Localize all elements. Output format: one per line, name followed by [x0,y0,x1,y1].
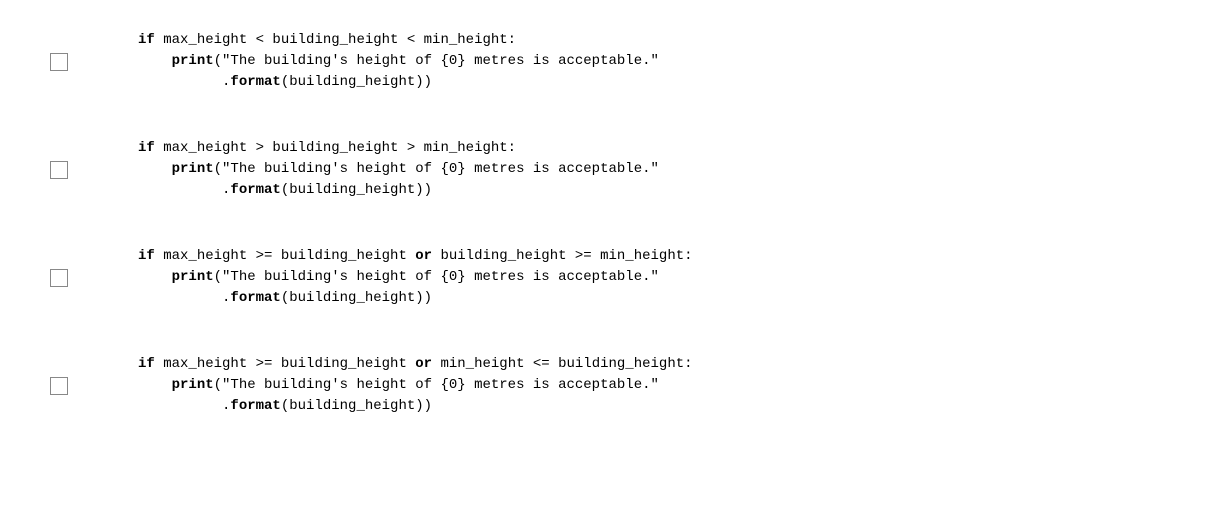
checkbox-option-1[interactable] [50,53,68,71]
code-text: (building_height)) [281,74,432,90]
keyword-if: if [138,248,155,264]
code-text [138,377,172,393]
code-text: (building_height)) [281,290,432,306]
keyword-print: print [172,269,214,285]
keyword-print: print [172,53,214,69]
keyword-format: format [230,182,280,198]
code-block: if max_height >= building_height or min_… [138,354,693,417]
option-row: if max_height >= building_height or min_… [50,354,1160,417]
code-block: if max_height > building_height > min_he… [138,138,659,201]
option-row: if max_height > building_height > min_he… [50,138,1160,201]
keyword-format: format [230,398,280,414]
code-text: (building_height)) [281,182,432,198]
code-text: ("The building's height of {0} metres is… [214,161,659,177]
code-text: max_height > building_height > min_heigh… [155,140,516,156]
keyword-print: print [172,377,214,393]
keyword-print: print [172,161,214,177]
keyword-or: or [415,356,432,372]
code-text: max_height >= building_height [155,248,415,264]
code-text: building_height >= min_height: [432,248,692,264]
code-text: ("The building's height of {0} metres is… [214,53,659,69]
code-block: if max_height < building_height < min_he… [138,30,659,93]
code-text [138,53,172,69]
code-text: . [138,398,230,414]
code-text: . [138,290,230,306]
code-text: . [138,74,230,90]
code-text [138,161,172,177]
code-text: max_height < building_height < min_heigh… [155,32,516,48]
keyword-or: or [415,248,432,264]
checkbox-option-2[interactable] [50,161,68,179]
code-text: min_height <= building_height: [432,356,692,372]
code-text: max_height >= building_height [155,356,415,372]
code-text [138,269,172,285]
code-text: ("The building's height of {0} metres is… [214,377,659,393]
keyword-if: if [138,356,155,372]
checkbox-option-3[interactable] [50,269,68,287]
checkbox-option-4[interactable] [50,377,68,395]
code-block: if max_height >= building_height or buil… [138,246,693,309]
keyword-format: format [230,74,280,90]
keyword-if: if [138,32,155,48]
keyword-if: if [138,140,155,156]
code-text: (building_height)) [281,398,432,414]
keyword-format: format [230,290,280,306]
option-row: if max_height >= building_height or buil… [50,246,1160,309]
code-text: ("The building's height of {0} metres is… [214,269,659,285]
code-text: . [138,182,230,198]
option-row: if max_height < building_height < min_he… [50,30,1160,93]
